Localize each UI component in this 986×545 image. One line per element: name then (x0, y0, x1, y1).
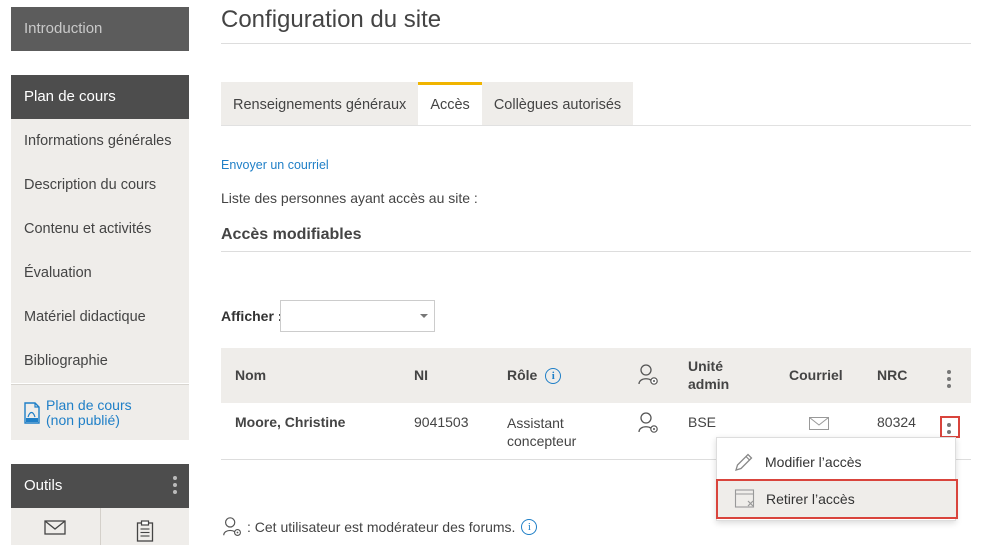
tool-mail[interactable] (11, 508, 100, 545)
unit-header-line2: admin (688, 376, 730, 392)
moderator-legend: : Cet utilisateur est modérateur des for… (221, 516, 538, 538)
pdf-link-label-line1: Plan de cours (46, 396, 132, 413)
section-title-acces-modifiables: Accès modifiables (221, 226, 362, 243)
column-header-nrc[interactable]: NRC (877, 367, 907, 383)
send-email-link[interactable]: Envoyer un courriel (221, 158, 329, 172)
row-role-line2: concepteur (507, 433, 577, 449)
row-unit: BSE (688, 414, 717, 430)
unit-header-line1: Unité (688, 358, 723, 374)
role-info-icon[interactable]: i (545, 368, 562, 385)
sidebar-item-bibliographie[interactable]: Bibliographie (11, 339, 189, 383)
tools-title: Outils (24, 477, 63, 494)
tool-clipboard[interactable] (99, 508, 190, 545)
column-header-ni[interactable]: NI (414, 367, 428, 383)
column-header-role-label[interactable]: Rôle (507, 367, 537, 383)
tools-more-icon[interactable] (173, 476, 177, 496)
table-header: Nom NI Rôle i Unité admin Courriel NRC (221, 348, 971, 403)
tabs-divider (221, 125, 971, 126)
show-filter-select[interactable] (280, 300, 435, 332)
sidebar-section-plan-de-cours[interactable]: Plan de cours (11, 75, 189, 119)
row-nrc: 80324 (877, 414, 916, 430)
pdf-icon (24, 401, 40, 424)
envelope-icon (44, 520, 66, 535)
clipboard-icon (136, 520, 153, 542)
plan-de-cours-pdf-link[interactable]: Plan de cours (non publié) (11, 384, 189, 440)
legend-info-icon[interactable]: i (521, 519, 538, 535)
row-ni: 9041503 (414, 414, 469, 430)
tab-renseignements-generaux[interactable]: Renseignements généraux (221, 82, 419, 126)
row-role: Assistant concepteur (507, 414, 576, 450)
sidebar-item-materiel-didactique[interactable]: Matériel didactique (11, 295, 189, 339)
page-title: Configuration du site (221, 6, 442, 33)
title-divider (221, 43, 971, 44)
moderator-icon (223, 517, 241, 536)
moderator-icon (638, 412, 658, 433)
tools-row (11, 508, 189, 545)
sidebar-section-outils[interactable]: Outils (11, 464, 189, 508)
section-divider (221, 251, 971, 252)
access-list-caption: Liste des personnes ayant accès au site … (221, 190, 478, 206)
column-header-role: Rôle i (507, 367, 562, 385)
pencil-icon (735, 453, 753, 471)
moderator-legend-text: : Cet utilisateur est modérateur des for… (247, 519, 516, 535)
row-role-line1: Assistant (507, 415, 564, 431)
plan-de-cours-list: Informations générales Description du co… (11, 119, 189, 383)
sidebar-item-introduction[interactable]: Introduction (11, 7, 189, 51)
row-name: Moore, Christine (235, 414, 346, 430)
column-header-unite-admin[interactable]: Unité admin (688, 357, 729, 393)
menu-item-modifier-acces[interactable]: Modifier l’accès (717, 442, 955, 482)
row-actions-menu: Modifier l’accès Retirer l’accès (716, 437, 958, 521)
column-header-nom[interactable]: Nom (235, 367, 266, 383)
sidebar-item-evaluation[interactable]: Évaluation (11, 251, 189, 295)
show-filter-label: Afficher : (221, 308, 283, 324)
moderator-icon (638, 364, 658, 385)
sidebar-item-contenu-et-activites[interactable]: Contenu et activités (11, 207, 189, 251)
menu-item-retirer-label: Retirer l’accès (766, 491, 855, 507)
tab-acces[interactable]: Accès (418, 82, 482, 126)
column-header-courriel[interactable]: Courriel (789, 367, 843, 383)
tab-bar: Renseignements généraux Accès Collègues … (221, 82, 634, 126)
envelope-icon[interactable] (809, 417, 829, 430)
sidebar-item-description-du-cours[interactable]: Description du cours (11, 163, 189, 207)
menu-item-retirer-acces[interactable]: Retirer l’accès (716, 479, 958, 519)
pdf-link-label-line2: (non publié) (46, 411, 120, 428)
tab-collegues-autorises[interactable]: Collègues autorisés (481, 82, 634, 126)
header-more-icon[interactable] (947, 370, 951, 388)
chevron-down-icon (420, 314, 428, 318)
row-more-highlight (940, 416, 960, 438)
menu-item-modifier-label: Modifier l’accès (765, 454, 862, 470)
sidebar-item-informations-generales[interactable]: Informations générales (11, 119, 189, 163)
remove-access-icon (734, 489, 755, 508)
